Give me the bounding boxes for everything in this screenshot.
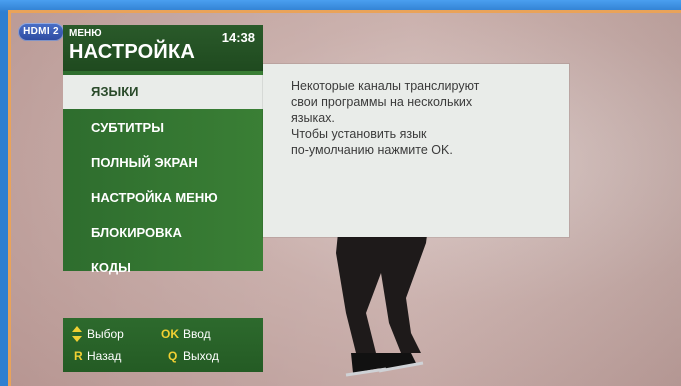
menu-item-lock[interactable]: БЛОКИРОВКА [63, 216, 263, 250]
menu-header: МЕНЮ НАСТРОЙКА 14:38 [63, 25, 263, 71]
legend-ok-label: Ввод [183, 327, 211, 341]
up-down-arrows-icon [72, 326, 82, 342]
legend-row-bottom: R Назад Q Выход [63, 344, 263, 368]
info-panel: Некоторые каналы транслируют свои програ… [263, 64, 569, 237]
legend-ok-key: OK [161, 327, 179, 341]
legend-select-label: Выбор [87, 327, 124, 341]
info-line: Чтобы установить язык [291, 127, 427, 141]
legend-back-key: R [74, 349, 83, 363]
menu-item-menu-settings[interactable]: НАСТРОЙКА МЕНЮ [63, 181, 263, 215]
clock: 14:38 [221, 30, 255, 45]
key-legend: Выбор OK Ввод R Назад Q Выход [63, 318, 263, 372]
legend-back-label: Назад [87, 349, 122, 363]
legend-row-top: Выбор OK Ввод [63, 322, 263, 346]
menu-item-codes[interactable]: КОДЫ [63, 251, 263, 285]
legend-exit-key: Q [168, 349, 178, 363]
menu-title: НАСТРОЙКА [69, 41, 196, 63]
menu-item-subtitles[interactable]: СУБТИТРЫ [63, 111, 263, 145]
menu-item-fullscreen[interactable]: ПОЛНЫЙ ЭКРАН [63, 146, 263, 180]
legend-exit-label: Выход [183, 349, 219, 363]
settings-menu: ЯЗЫКИ СУБТИТРЫ ПОЛНЫЙ ЭКРАН НАСТРОЙКА МЕ… [63, 71, 263, 275]
info-line: Некоторые каналы транслируют [291, 79, 480, 93]
menu-caption: МЕНЮ [69, 28, 102, 39]
info-line: по-умолчанию нажмите OK. [291, 143, 453, 157]
info-text: Некоторые каналы транслируют свои програ… [291, 78, 551, 158]
tv-screen: HDMI 2 МЕНЮ НАСТРОЙКА 14:38 ЯЗЫКИ СУБТИТ… [11, 13, 681, 386]
info-line: языках. [291, 111, 335, 125]
menu-item-languages[interactable]: ЯЗЫКИ [63, 75, 263, 109]
source-badge: HDMI 2 [18, 23, 64, 41]
info-line: свои программы на нескольких [291, 95, 473, 109]
